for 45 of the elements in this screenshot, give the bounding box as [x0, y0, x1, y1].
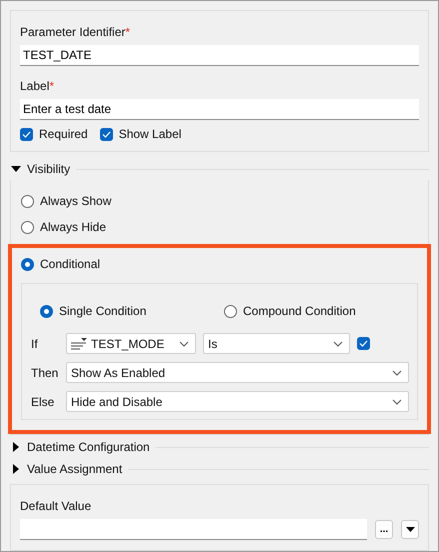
radio-label: Always Hide	[40, 220, 106, 234]
browse-button[interactable]: ...	[375, 520, 393, 539]
checkmark-icon	[359, 340, 368, 347]
radio-button[interactable]	[21, 258, 34, 270]
triangle-down-icon[interactable]	[11, 164, 21, 174]
identifier-input[interactable]: TEST_DATE	[20, 45, 419, 66]
section-title[interactable]: Visibility	[27, 162, 70, 176]
row-label: If	[31, 336, 39, 350]
default-value-input[interactable]	[20, 519, 367, 540]
action-dropdown[interactable]: Hide and Disable	[66, 391, 409, 412]
triangle-right-icon[interactable]	[11, 442, 21, 452]
checkmark-icon	[22, 130, 31, 138]
radio-label: Always Show	[40, 194, 112, 208]
operator-dropdown[interactable]: Is	[203, 333, 350, 354]
field-label: Default Value	[20, 499, 92, 513]
radio-label: Single Condition	[59, 304, 146, 318]
row-label: Else	[31, 394, 56, 408]
checkbox[interactable]	[100, 128, 113, 140]
checkbox-label: Show Label	[118, 127, 182, 141]
checkbox-label: Required	[39, 127, 88, 141]
list-icon	[71, 338, 87, 350]
field-dropdown[interactable]: TEST_MODE	[66, 333, 196, 354]
field-label: Parameter Identifier*	[20, 25, 132, 39]
radio-button[interactable]	[21, 220, 34, 234]
checkmark-icon	[102, 130, 111, 138]
triangle-down-icon	[406, 527, 414, 532]
radio-label: Conditional	[40, 257, 100, 271]
radio-label: Compound Condition	[243, 304, 356, 318]
checkbox[interactable]	[20, 128, 33, 140]
chevron-down-icon	[179, 340, 189, 346]
section-title[interactable]: Value Assignment	[27, 462, 122, 476]
dropdown-button[interactable]	[401, 520, 419, 539]
field-label: Label*	[20, 79, 56, 93]
chevron-down-icon	[392, 370, 402, 376]
radio-button[interactable]	[21, 194, 34, 208]
radio-button[interactable]	[40, 304, 53, 318]
radio-button[interactable]	[224, 304, 237, 318]
chevron-down-icon	[333, 340, 343, 346]
chevron-down-icon	[392, 398, 402, 404]
triangle-right-icon[interactable]	[11, 464, 21, 474]
row-label: Then	[31, 366, 59, 380]
checkbox[interactable]	[357, 337, 370, 350]
label-input[interactable]: Enter a test date	[20, 99, 419, 120]
action-dropdown[interactable]: Show As Enabled	[66, 362, 409, 383]
section-title[interactable]: Datetime Configuration	[27, 440, 150, 454]
